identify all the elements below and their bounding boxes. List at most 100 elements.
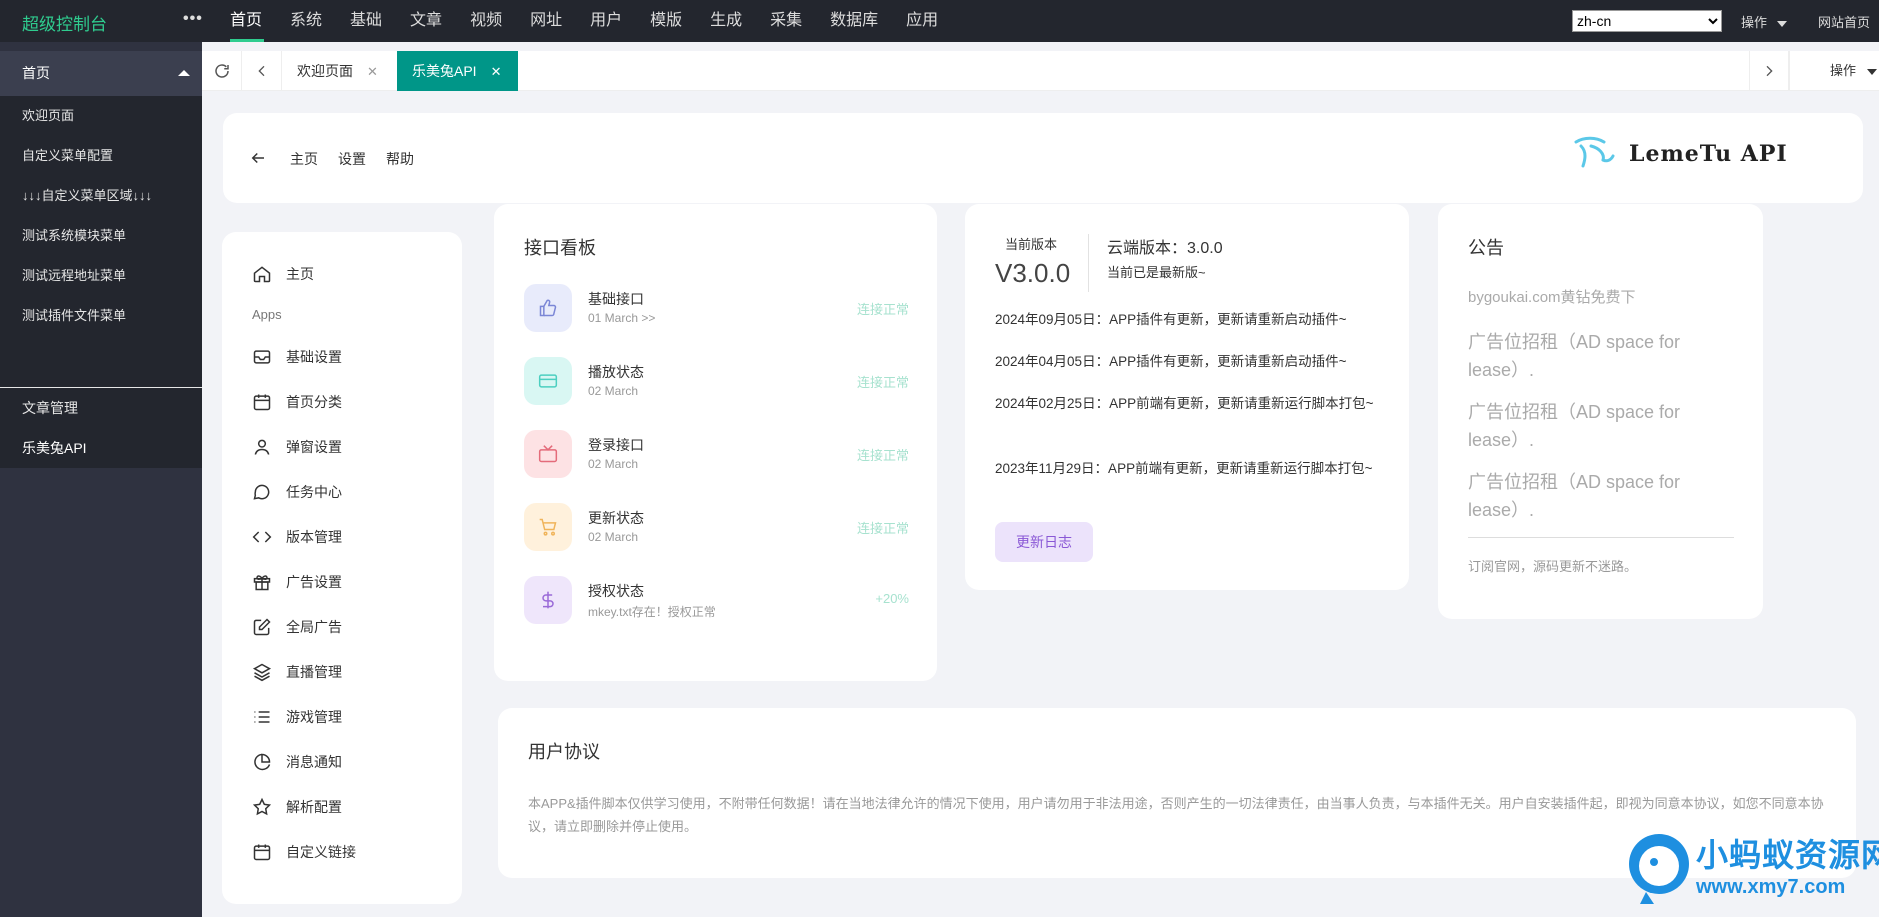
ad-space-text: 广告位招租（AD space for lease）. <box>1468 402 1681 450</box>
api-status: 连接正常 <box>856 302 909 317</box>
caret-down-icon <box>1777 20 1788 27</box>
refresh-button[interactable] <box>202 51 242 91</box>
notice-title: 公告 <box>1468 238 1504 258</box>
tab-operation-dropdown[interactable]: 操作 <box>1789 51 1879 91</box>
tab-lemetu-api[interactable]: 乐美兔API ✕ <box>397 51 518 91</box>
api-subtext: mkey.txt存在！授权正常 <box>588 605 716 619</box>
tab-next-button[interactable] <box>1749 51 1789 91</box>
top-nav-item-database[interactable]: 数据库 <box>816 0 892 42</box>
sidebar-item-lemetu-api[interactable]: 乐美兔API <box>0 428 202 468</box>
api-row[interactable]: 更新状态 02 March 连接正常 <box>524 503 909 553</box>
notice-text: bygoukai.com黄钻免费下 <box>1468 289 1636 306</box>
brand-title[interactable]: 超级控制台 <box>22 10 107 35</box>
sidebar-item-test-remote-url[interactable]: 测试远程地址菜单 <box>0 256 202 296</box>
header-link-help[interactable]: 帮助 <box>386 149 414 169</box>
code-icon <box>252 531 272 543</box>
top-bar: 超级控制台 ••• 首页 系统 基础 文章 视频 网址 用户 模版 生成 采集 … <box>0 0 1879 42</box>
top-nav-item-generate[interactable]: 生成 <box>696 0 756 42</box>
arrow-left-icon <box>251 152 264 164</box>
sidebar-group-home[interactable]: 首页 <box>0 51 202 96</box>
lemetu-logo-icon <box>1574 136 1615 168</box>
back-button[interactable] <box>249 149 267 172</box>
api-row[interactable]: 播放状态 02 March 连接正常 <box>524 357 909 407</box>
menu-item-basic-settings[interactable]: 基础设置 <box>252 347 342 367</box>
menu-item-task-center[interactable]: 任务中心 <box>252 482 342 502</box>
user-icon <box>254 439 270 455</box>
menu-item-label: 解析配置 <box>286 799 342 815</box>
notice-footer: 订阅官网，源码更新不迷路。 <box>1468 559 1638 574</box>
menu-section-apps: Apps <box>252 307 282 322</box>
menu-item-global-ad[interactable]: 全局广告 <box>252 617 342 637</box>
close-icon[interactable]: ✕ <box>367 64 378 79</box>
menu-item-label: 基础设置 <box>286 349 342 365</box>
menu-item-popup-settings[interactable]: 弹窗设置 <box>252 437 342 457</box>
sidebar-item-welcome[interactable]: 欢迎页面 <box>0 96 202 136</box>
watermark: 小蚂蚁资源网 www.xmy7.com <box>1620 826 1879 912</box>
header-card: 主页 设置 帮助 LemeTu API <box>223 113 1863 203</box>
sidebar-item-article-management[interactable]: 文章管理 <box>0 388 202 428</box>
current-version-label: 当前版本 <box>1005 237 1058 252</box>
menu-item-label: 自定义链接 <box>286 844 356 860</box>
top-nav-item-home[interactable]: 首页 <box>216 0 276 42</box>
top-nav-item-url[interactable]: 网址 <box>516 0 576 42</box>
api-status: 连接正常 <box>856 375 909 390</box>
menu-item-label: 版本管理 <box>286 529 342 545</box>
api-row[interactable]: 登录接口 02 March 连接正常 <box>524 430 909 480</box>
header-link-home[interactable]: 主页 <box>290 149 318 169</box>
calendar-icon <box>253 844 271 861</box>
top-operation-dropdown[interactable]: 操作 <box>1741 12 1788 31</box>
menu-item-label: 直播管理 <box>286 664 342 680</box>
inbox-icon <box>253 350 271 364</box>
header-link-settings[interactable]: 设置 <box>338 149 366 169</box>
sidebar-item-custom-menu-config[interactable]: 自定义菜单配置 <box>0 136 202 176</box>
top-nav-item-collect[interactable]: 采集 <box>756 0 816 42</box>
layers-icon <box>252 663 272 682</box>
api-subtext: 02 March <box>588 530 639 544</box>
version-log-entry: 2024年04月05日：APP插件有更新，更新请重新启动插件~ <box>995 354 1347 369</box>
menu-item-label: 弹窗设置 <box>286 439 342 455</box>
menu-item-version-management[interactable]: 版本管理 <box>252 527 342 547</box>
chat-bubble-icon <box>253 484 270 500</box>
tab-welcome[interactable]: 欢迎页面 ✕ <box>282 51 397 91</box>
top-nav-item-user[interactable]: 用户 <box>576 0 636 42</box>
watermark-title: 小蚂蚁资源网 <box>1696 837 1879 873</box>
home-icon <box>253 266 271 283</box>
sidebar-item-test-plugin-file[interactable]: 测试插件文件菜单 <box>0 296 202 336</box>
sidebar-group-label: 首页 <box>22 65 50 81</box>
menu-item-live-management[interactable]: 直播管理 <box>252 662 342 682</box>
top-nav-item-basic[interactable]: 基础 <box>336 0 396 42</box>
menu-item-home[interactable]: 主页 <box>252 264 314 284</box>
chevron-right-icon <box>1766 65 1773 77</box>
sidebar-item-custom-menu-area[interactable]: ↓↓↓自定义菜单区域↓↓↓ <box>0 176 202 216</box>
logo-text: LemeTu API <box>1629 141 1788 167</box>
top-nav-item-video[interactable]: 视频 <box>456 0 516 42</box>
top-nav: 首页 系统 基础 文章 视频 网址 用户 模版 生成 采集 数据库 应用 <box>216 0 952 42</box>
api-row[interactable]: 基础接口 01 March >> 连接正常 <box>524 284 909 334</box>
api-row[interactable]: 授权状态 mkey.txt存在！授权正常 +20% <box>524 576 909 626</box>
menu-item-ad-settings[interactable]: 广告设置 <box>252 572 342 592</box>
app-menu-card: 主页 Apps 基础设置 首页分类 弹窗设置 任务中心 版本管理 广告设置 全局… <box>222 232 462 904</box>
menu-item-parse-config[interactable]: 解析配置 <box>252 797 342 817</box>
api-name: 基础接口 <box>588 291 644 307</box>
site-home-link[interactable]: 网站首页 <box>1818 12 1870 31</box>
edit-icon <box>253 618 271 636</box>
menu-item-home-category[interactable]: 首页分类 <box>252 392 342 412</box>
api-name: 更新状态 <box>588 510 644 526</box>
top-nav-item-article[interactable]: 文章 <box>396 0 456 42</box>
menu-item-message-notify[interactable]: 消息通知 <box>252 752 342 772</box>
left-sidebar: 首页 欢迎页面 自定义菜单配置 ↓↓↓自定义菜单区域↓↓↓ 测试系统模块菜单 测… <box>0 42 202 917</box>
language-select[interactable]: zh-cn <box>1572 10 1722 32</box>
tab-label: 欢迎页面 <box>297 63 353 79</box>
top-nav-item-system[interactable]: 系统 <box>276 0 336 42</box>
top-nav-item-apps[interactable]: 应用 <box>892 0 952 42</box>
tab-prev-button[interactable] <box>242 51 282 91</box>
update-log-button[interactable]: 更新日志 <box>995 522 1093 562</box>
more-menu-button[interactable]: ••• <box>183 10 203 28</box>
cart-icon <box>524 503 572 551</box>
menu-item-custom-link[interactable]: 自定义链接 <box>252 842 356 862</box>
notice-card: 公告 bygoukai.com黄钻免费下 广告位招租（AD space for … <box>1438 204 1763 619</box>
sidebar-item-test-system-module[interactable]: 测试系统模块菜单 <box>0 216 202 256</box>
top-nav-item-template[interactable]: 模版 <box>636 0 696 42</box>
menu-item-game-management[interactable]: 游戏管理 <box>252 707 342 727</box>
close-icon[interactable]: ✕ <box>491 64 502 79</box>
